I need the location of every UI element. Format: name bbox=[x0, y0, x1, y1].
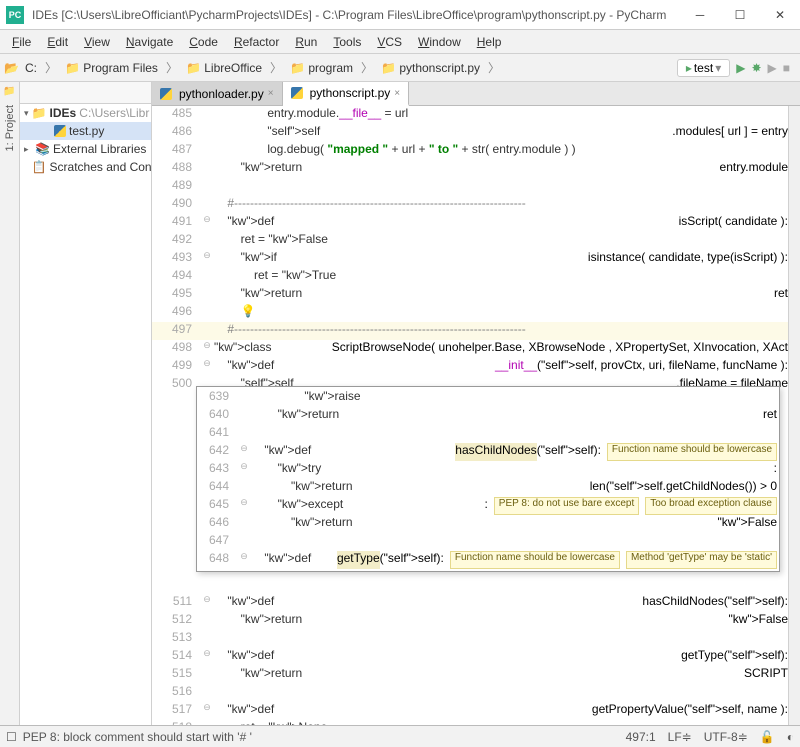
breadcrumb-item[interactable]: 📁 LibreOffice bbox=[180, 59, 268, 77]
code-line[interactable]: 493⊖ "kw">if isinstance( candidate, type… bbox=[152, 250, 788, 268]
python-file-icon bbox=[291, 87, 303, 99]
python-file-icon bbox=[160, 88, 172, 100]
menu-tools[interactable]: Tools bbox=[325, 32, 369, 52]
breadcrumb-item[interactable]: 📁 program bbox=[284, 59, 359, 77]
code-lens-popup[interactable]: 639 "kw">raise640 "kw">return ret641642⊖… bbox=[196, 386, 780, 572]
menu-refactor[interactable]: Refactor bbox=[226, 32, 287, 52]
tree-external-libs[interactable]: ▸📚 External Libraries bbox=[20, 140, 151, 158]
close-tab-icon[interactable]: × bbox=[394, 88, 400, 99]
debug-icon[interactable]: ✸ bbox=[751, 61, 761, 75]
code-line[interactable]: 645⊖ "kw">except:PEP 8: do not use bare … bbox=[199, 497, 777, 515]
code-line[interactable]: 487 log.debug( "mapped " + url + " to " … bbox=[152, 142, 788, 160]
project-tool-label[interactable]: 1: Project bbox=[4, 105, 16, 151]
editor-tab[interactable]: pythonloader.py× bbox=[152, 82, 283, 105]
editor: pythonloader.py×pythonscript.py× 485 ent… bbox=[152, 82, 800, 725]
status-icon: ☐ bbox=[6, 730, 17, 744]
close-tab-icon[interactable]: × bbox=[268, 88, 274, 99]
code-line[interactable]: 491⊖ "kw">def isScript( candidate ): bbox=[152, 214, 788, 232]
code-line[interactable]: 515 "kw">return SCRIPT bbox=[152, 666, 788, 684]
caret-position[interactable]: 497:1 bbox=[626, 730, 656, 744]
code-line[interactable]: 486 "self">self.modules[ url ] = entry bbox=[152, 124, 788, 142]
window-title: IDEs [C:\Users\LibreOfficiant\PycharmPro… bbox=[32, 8, 680, 22]
code-line[interactable]: 514⊖ "kw">def getType( "self">self): bbox=[152, 648, 788, 666]
close-button[interactable]: ✕ bbox=[760, 0, 800, 30]
code-line[interactable]: 644 "kw">return len("self">self.getChild… bbox=[199, 479, 777, 497]
left-rail: 📁 1: Project bbox=[0, 82, 20, 725]
code-line[interactable]: 640 "kw">return ret bbox=[199, 407, 777, 425]
breadcrumb-item[interactable]: 📁 pythonscript.py bbox=[375, 59, 486, 77]
tree-file-test[interactable]: test.py bbox=[20, 122, 151, 140]
line-separator[interactable]: LF≑ bbox=[668, 730, 692, 744]
code-line[interactable]: 494 ret = "kw">True bbox=[152, 268, 788, 286]
code-line[interactable]: 646 "kw">return "kw">False bbox=[199, 515, 777, 533]
python-file-icon bbox=[54, 125, 66, 137]
app-icon: PC bbox=[6, 6, 24, 24]
error-stripe[interactable] bbox=[788, 106, 800, 725]
statusbar: ☐ PEP 8: block comment should start with… bbox=[0, 725, 800, 747]
editor-tabs: pythonloader.py×pythonscript.py× bbox=[152, 82, 800, 106]
run-config-selector[interactable]: ▸ test ▾ bbox=[677, 59, 730, 77]
run-icon[interactable]: ▶ bbox=[736, 61, 745, 75]
code-line[interactable]: 498⊖"kw">class ScriptBrowseNode( unohelp… bbox=[152, 340, 788, 358]
code-line[interactable]: 492 ret = "kw">False bbox=[152, 232, 788, 250]
maximize-button[interactable]: ☐ bbox=[720, 0, 760, 30]
code-line[interactable]: 495 "kw">return ret bbox=[152, 286, 788, 304]
editor-tab[interactable]: pythonscript.py× bbox=[283, 82, 410, 106]
code-line[interactable]: 639 "kw">raise bbox=[199, 389, 777, 407]
project-tree-header bbox=[20, 82, 151, 104]
code-line[interactable]: 641 bbox=[199, 425, 777, 443]
status-message: PEP 8: block comment should start with '… bbox=[23, 730, 252, 744]
code-line[interactable]: 489 bbox=[152, 178, 788, 196]
menu-window[interactable]: Window bbox=[410, 32, 469, 52]
code-line[interactable]: 511⊖ "kw">def hasChildNodes("self">self)… bbox=[152, 594, 788, 612]
code-line[interactable]: 518 ret = "kw">None bbox=[152, 720, 788, 725]
code-line[interactable]: 490 #-----------------------------------… bbox=[152, 196, 788, 214]
menu-file[interactable]: File bbox=[4, 32, 39, 52]
menu-run[interactable]: Run bbox=[287, 32, 325, 52]
code-line[interactable]: 499⊖ "kw">def __init__( "self">self, pro… bbox=[152, 358, 788, 376]
tree-scratches[interactable]: ▸📋 Scratches and Con bbox=[20, 158, 151, 176]
project-tree[interactable]: ▾📁 IDEs C:\Users\Libr test.py ▸📚 Externa… bbox=[20, 82, 152, 725]
menu-vcs[interactable]: VCS bbox=[369, 32, 410, 52]
code-line[interactable]: 488 "kw">return entry.module bbox=[152, 160, 788, 178]
menu-navigate[interactable]: Navigate bbox=[118, 32, 181, 52]
menu-help[interactable]: Help bbox=[469, 32, 510, 52]
nav-toolbar: 📂 C:〉📁 Program Files〉📁 LibreOffice〉📁 pro… bbox=[0, 54, 800, 82]
titlebar: PC IDEs [C:\Users\LibreOfficiant\Pycharm… bbox=[0, 0, 800, 30]
menu-view[interactable]: View bbox=[76, 32, 118, 52]
code-line[interactable]: 513 bbox=[152, 630, 788, 648]
code-line[interactable]: 512 "kw">return "kw">False bbox=[152, 612, 788, 630]
minimize-button[interactable]: ─ bbox=[680, 0, 720, 30]
menu-code[interactable]: Code bbox=[181, 32, 226, 52]
code-line[interactable]: 648⊖ "kw">def getType( "self">self):Func… bbox=[199, 551, 777, 569]
run-config-label: test bbox=[694, 61, 713, 75]
code-line[interactable]: 516 bbox=[152, 684, 788, 702]
tree-root[interactable]: ▾📁 IDEs C:\Users\Libr bbox=[20, 104, 151, 122]
menu-edit[interactable]: Edit bbox=[39, 32, 76, 52]
code-line[interactable]: 647 bbox=[199, 533, 777, 551]
stop-icon[interactable]: ■ bbox=[783, 61, 790, 75]
breadcrumb: 📂 C:〉📁 Program Files〉📁 LibreOffice〉📁 pro… bbox=[4, 59, 671, 77]
readonly-lock-icon[interactable]: 🔓 bbox=[760, 730, 775, 744]
menubar: FileEditViewNavigateCodeRefactorRunTools… bbox=[0, 30, 800, 54]
code-line[interactable]: 643⊖ "kw">try: bbox=[199, 461, 777, 479]
breadcrumb-item[interactable]: 📁 Program Files bbox=[59, 59, 164, 77]
code-editor[interactable]: 485 entry.module.__file__ = url486 "self… bbox=[152, 106, 800, 725]
code-line[interactable]: 642⊖ "kw">def hasChildNodes("self">self)… bbox=[199, 443, 777, 461]
code-line[interactable]: 517⊖ "kw">def getPropertyValue( "self">s… bbox=[152, 702, 788, 720]
run-with-coverage-icon[interactable]: ▶ bbox=[768, 61, 777, 75]
status-indicator-icon[interactable]: ◐ bbox=[787, 730, 794, 744]
code-line[interactable]: 497 #-----------------------------------… bbox=[152, 322, 788, 340]
breadcrumb-item[interactable]: C: bbox=[19, 59, 43, 77]
encoding[interactable]: UTF-8≑ bbox=[704, 730, 748, 744]
code-line[interactable]: 485 entry.module.__file__ = url bbox=[152, 106, 788, 124]
